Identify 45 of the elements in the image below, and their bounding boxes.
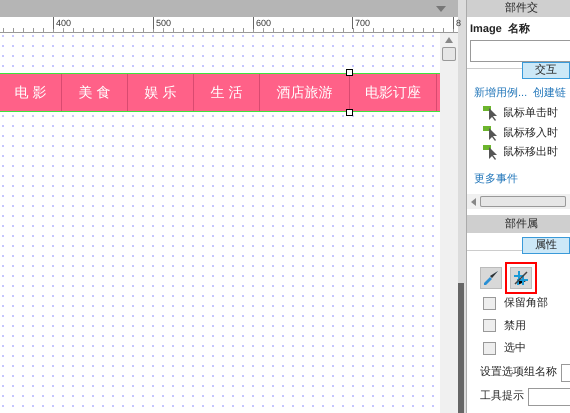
scroll-thumb[interactable] — [480, 196, 566, 207]
nav-item[interactable]: 电 影 — [0, 74, 62, 111]
selection-handle[interactable] — [346, 109, 353, 116]
scroll-thumb[interactable] — [442, 47, 456, 61]
tooltip-input[interactable] — [528, 388, 570, 406]
group-name-label: 设置选项组名称 — [480, 365, 557, 380]
checkbox[interactable] — [483, 296, 496, 310]
crop-icon — [513, 270, 529, 286]
ruler-label: 600 — [253, 17, 272, 29]
event-cursor-icon — [483, 105, 499, 122]
action-link[interactable]: 新增用例... — [474, 84, 528, 101]
vertical-scrollbar[interactable] — [440, 33, 458, 413]
event-item[interactable]: 鼠标移出时 — [503, 144, 558, 160]
ruler-label: 700 — [352, 17, 370, 29]
brush-icon — [483, 270, 499, 286]
event-item[interactable]: 鼠标移入时 — [503, 124, 558, 141]
name-label: Image 名称 — [470, 22, 531, 37]
checkbox-label: 选中 — [504, 341, 526, 356]
interaction-tab[interactable]: 交互 — [522, 62, 570, 78]
event-item[interactable]: 鼠标单击时 — [503, 105, 558, 122]
action-link[interactable]: 创建链 — [533, 84, 566, 101]
name-input[interactable] — [470, 40, 570, 62]
properties-tab[interactable]: 属性 — [522, 237, 570, 254]
checkbox-label: 保留角部 — [504, 296, 548, 311]
scroll-left-icon[interactable] — [471, 198, 476, 206]
horizontal-scrollbar[interactable] — [467, 194, 570, 209]
nav-item[interactable]: 美 食 — [62, 74, 128, 111]
event-cursor-icon — [483, 144, 499, 160]
scroll-up-icon[interactable] — [445, 37, 453, 43]
crop-tool-button[interactable] — [510, 267, 532, 289]
dropdown-arrow-icon[interactable] — [436, 6, 446, 12]
panel-header: 部件交 — [467, 0, 570, 17]
checkbox[interactable] — [483, 342, 496, 355]
nav-item[interactable]: 生 活 — [194, 74, 260, 111]
nav-item[interactable]: 娱 乐 — [128, 74, 194, 111]
brush-tool-button[interactable] — [480, 267, 502, 289]
event-cursor-icon — [483, 124, 499, 141]
checkbox-label: 禁用 — [504, 318, 526, 334]
ruler-label: 400 — [53, 17, 72, 29]
selection-handle[interactable] — [346, 69, 353, 76]
checkbox[interactable] — [483, 319, 496, 332]
ruler-label: 500 — [153, 17, 172, 29]
panel-header: 部件属 — [467, 215, 570, 233]
more-events-link[interactable]: 更多事件 — [467, 170, 570, 187]
tooltip-label: 工具提示 — [480, 389, 524, 404]
